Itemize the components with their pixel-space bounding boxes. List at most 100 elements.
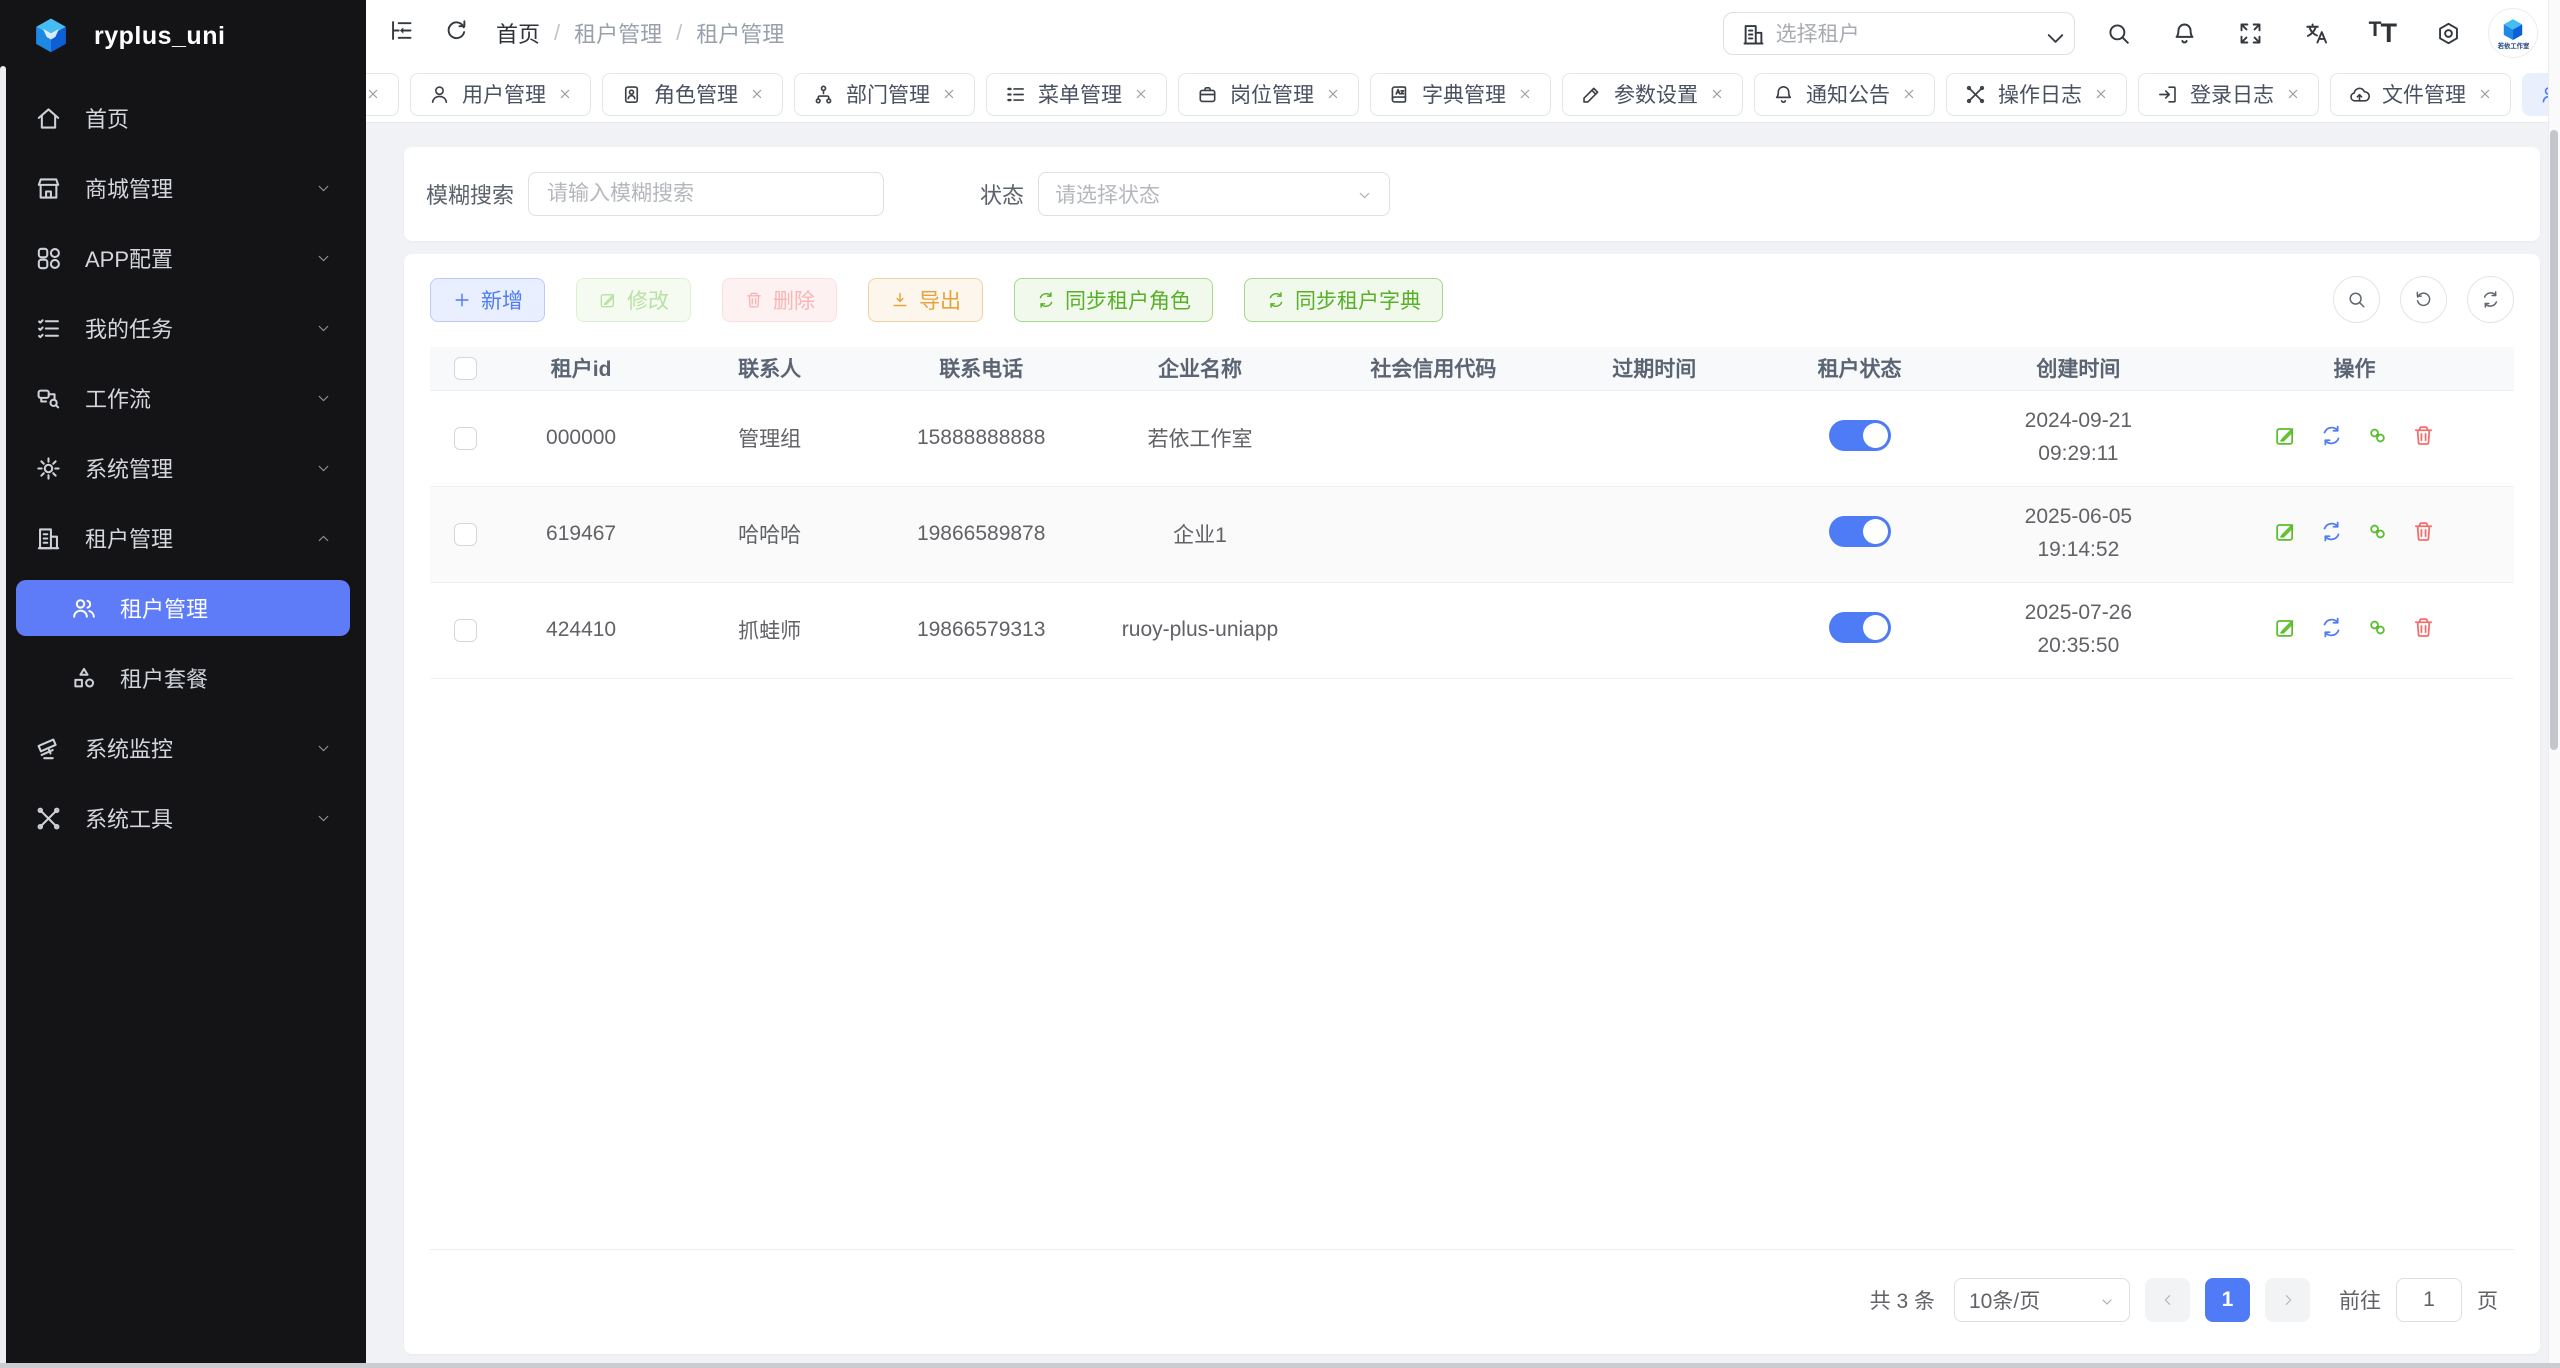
toolbar-button-5[interactable]: 同步租户字典 [1244, 278, 1443, 322]
status-toggle[interactable] [1829, 516, 1891, 547]
select-all-checkbox[interactable] [454, 357, 477, 380]
edit-icon[interactable] [2273, 615, 2298, 640]
toolbar-button-3[interactable]: 导出 [868, 278, 983, 322]
breadcrumb-tenant[interactable]: 租户管理 [574, 17, 662, 49]
chev-down-icon [315, 320, 332, 337]
edit-icon[interactable] [2273, 423, 2298, 448]
refresh-ccw-icon [2413, 289, 2434, 310]
close-icon[interactable] [1133, 86, 1149, 102]
sync-icon[interactable] [2319, 519, 2344, 544]
toolbar-button-4[interactable]: 同步租户角色 [1014, 278, 1213, 322]
status-select-placeholder: 请选择状态 [1055, 179, 1356, 209]
next-page-button[interactable] [2265, 1278, 2310, 1322]
sidebar-item-6[interactable]: 租户管理 [16, 510, 350, 566]
sidebar-item-0[interactable]: 首页 [16, 90, 350, 146]
sync-icon[interactable] [2319, 423, 2344, 448]
sidebar-item-8[interactable]: 系统工具 [16, 790, 350, 846]
close-icon[interactable] [366, 86, 381, 102]
status-toggle[interactable] [1829, 612, 1891, 643]
edit-icon [598, 290, 618, 310]
cell-created-time: 2025-07-2620:35:50 [1962, 582, 2195, 678]
tab-10[interactable]: 登录日志 [2138, 73, 2319, 116]
link-icon[interactable] [2365, 423, 2390, 448]
link-icon[interactable] [2365, 519, 2390, 544]
search-circle-button[interactable] [2333, 276, 2380, 323]
fontsize-button[interactable]: TT [2369, 18, 2396, 49]
status-select[interactable]: 请选择状态 [1038, 172, 1390, 216]
close-icon[interactable] [1325, 86, 1341, 102]
sidebar-scrollbar[interactable] [0, 66, 6, 1368]
breadcrumb-home[interactable]: 首页 [496, 17, 540, 49]
table-toolbar: 新增修改删除导出同步租户角色同步租户字典 [430, 276, 2514, 323]
prev-page-button[interactable] [2145, 1278, 2190, 1322]
search-button[interactable] [2105, 20, 2132, 47]
tab-2[interactable]: 角色管理 [602, 73, 783, 116]
trash-icon[interactable] [2411, 423, 2436, 448]
row-checkbox[interactable] [454, 523, 477, 546]
table-body: 000000管理组15888888888若依工作室2024-09-2109:29… [430, 390, 2514, 678]
close-icon[interactable] [557, 86, 573, 102]
sidebar-item-7[interactable]: 系统监控 [16, 720, 350, 776]
page-scrollbar-thumb[interactable] [2550, 130, 2558, 750]
avatar[interactable]: 若依工作室 [2488, 8, 2538, 58]
close-icon[interactable] [1901, 86, 1917, 102]
fuzzy-search-input[interactable] [528, 172, 884, 216]
page-refresh-button[interactable] [443, 17, 470, 49]
close-icon[interactable] [749, 86, 765, 102]
edit-icon[interactable] [2273, 519, 2298, 544]
link-icon[interactable] [2365, 615, 2390, 640]
sidebar-item-3[interactable]: 我的任务 [16, 300, 350, 356]
tab-11[interactable]: 文件管理 [2330, 73, 2511, 116]
sidebar-subitem-6-0[interactable]: 租户管理 [16, 580, 350, 636]
fold-icon[interactable] [388, 17, 415, 44]
sidebar-item-2[interactable]: APP配置 [16, 230, 350, 286]
tab-3[interactable]: 部门管理 [794, 73, 975, 116]
bell-button[interactable] [2171, 20, 2198, 47]
sync-icon[interactable] [2319, 615, 2344, 640]
row-checkbox[interactable] [454, 427, 477, 450]
chev-down-icon [315, 460, 332, 477]
column-header: 创建时间 [1962, 347, 2195, 390]
refresh-ccw-circle-button[interactable] [2400, 276, 2447, 323]
sync-circle-button[interactable] [2467, 276, 2514, 323]
close-icon[interactable] [1517, 86, 1533, 102]
tab-8[interactable]: 通知公告 [1754, 73, 1935, 116]
toolbar-button-0[interactable]: 新增 [430, 278, 545, 322]
close-icon[interactable] [2285, 86, 2301, 102]
sidebar-collapse-button[interactable] [388, 17, 415, 49]
close-icon[interactable] [2477, 86, 2493, 102]
tab-1[interactable]: 用户管理 [410, 73, 591, 116]
search-icon [2105, 20, 2132, 47]
toolbar-button-2[interactable]: 删除 [722, 278, 837, 322]
sidebar-item-label: 商城管理 [85, 172, 315, 204]
tab-0[interactable]: 我发起的 [366, 73, 399, 116]
row-checkbox[interactable] [454, 619, 477, 642]
nut-button[interactable] [2435, 20, 2462, 47]
tab-7[interactable]: 参数设置 [1562, 73, 1743, 116]
tab-5[interactable]: 岗位管理 [1178, 73, 1359, 116]
close-icon[interactable] [1709, 86, 1725, 102]
sidebar-item-1[interactable]: 商城管理 [16, 160, 350, 216]
close-icon[interactable] [2093, 86, 2109, 102]
sidebar-subitem-6-1[interactable]: 租户套餐 [16, 650, 350, 706]
tab-4[interactable]: 菜单管理 [986, 73, 1167, 116]
sidebar-item-5[interactable]: 系统管理 [16, 440, 350, 496]
app-logo[interactable]: ryplus_uni [0, 0, 366, 72]
tenant-select[interactable]: 选择租户 [1723, 12, 2075, 55]
translate-button[interactable] [2303, 20, 2330, 47]
page-size-select[interactable]: 10条/页 [1954, 1278, 2130, 1322]
toolbar-button-1[interactable]: 修改 [576, 278, 691, 322]
refresh-icon[interactable] [443, 17, 470, 44]
current-page-button[interactable]: 1 [2205, 1278, 2250, 1322]
tab-6[interactable]: 字典管理 [1370, 73, 1551, 116]
trash-icon[interactable] [2411, 519, 2436, 544]
bell-icon [1772, 83, 1795, 106]
trash-icon[interactable] [2411, 615, 2436, 640]
tab-9[interactable]: 操作日志 [1946, 73, 2127, 116]
pencil-icon [1580, 83, 1603, 106]
goto-page-input[interactable] [2396, 1278, 2462, 1322]
sidebar-item-4[interactable]: 工作流 [16, 370, 350, 426]
expand-button[interactable] [2237, 20, 2264, 47]
status-toggle[interactable] [1829, 420, 1891, 451]
close-icon[interactable] [941, 86, 957, 102]
